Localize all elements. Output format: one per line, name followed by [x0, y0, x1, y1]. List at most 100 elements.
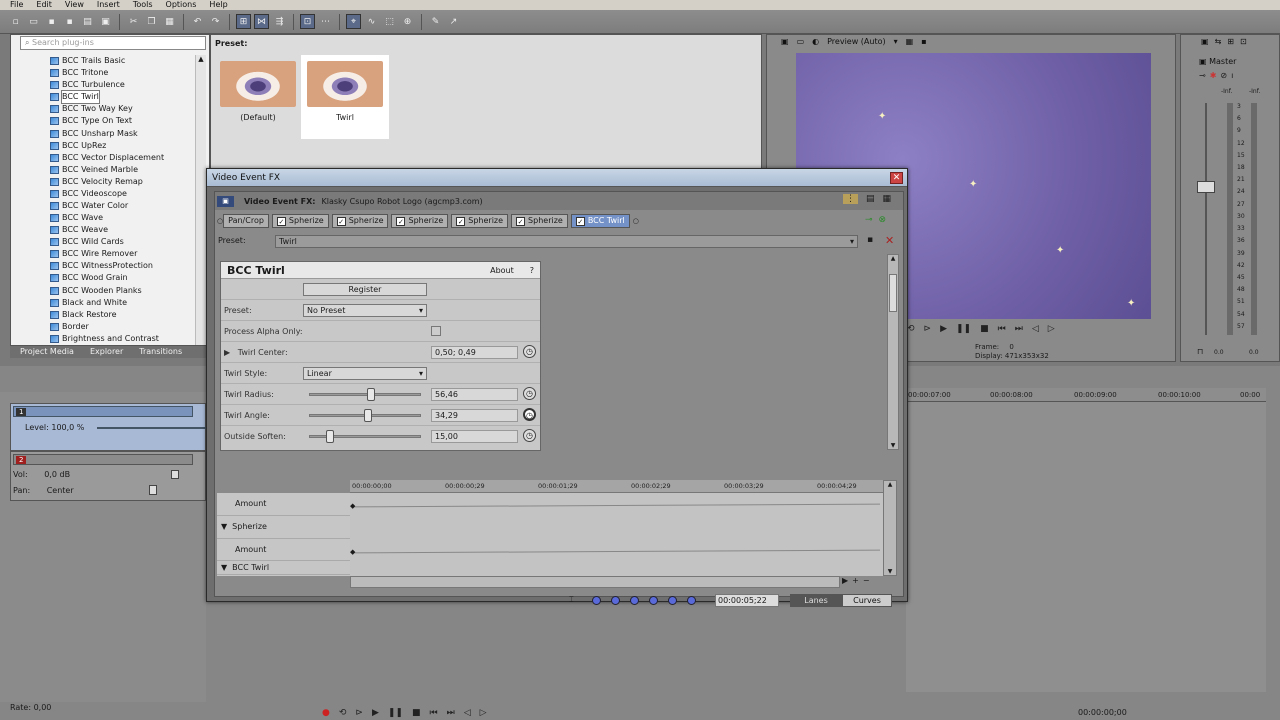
expand-icon[interactable]: ▶: [224, 348, 238, 357]
zoom-out-icon[interactable]: −: [863, 576, 870, 585]
plugin-item[interactable]: BCC Vector Displacement: [50, 152, 196, 164]
keyframe-clock-icon[interactable]: ◷: [523, 429, 536, 442]
plugin-item[interactable]: BCC Wood Grain: [50, 272, 196, 284]
play-from-start-icon[interactable]: ⊳: [355, 708, 363, 718]
twirl-style-dropdown[interactable]: Linear: [303, 366, 427, 380]
next-keyframe-icon[interactable]: [667, 595, 677, 605]
gear-icon[interactable]: ✱: [1210, 71, 1217, 80]
play-icon[interactable]: ▶: [372, 708, 379, 718]
selection-tool-icon[interactable]: ⬚: [382, 14, 397, 29]
kf-group-row[interactable]: ▼ Spherize: [217, 516, 350, 539]
preset-thumb-default[interactable]: (Default): [214, 55, 302, 139]
plugin-search-input[interactable]: ⌕ Search plug-ins: [20, 36, 206, 50]
plugin-item[interactable]: BCC Water Color: [50, 200, 196, 212]
menu-edit[interactable]: Edit: [36, 0, 52, 10]
solo-icon[interactable]: ı: [1231, 71, 1233, 80]
plugin-item[interactable]: BCC Trails Basic: [50, 55, 196, 67]
slider-knob[interactable]: [364, 409, 373, 422]
snapping-icon[interactable]: ⊞: [236, 14, 251, 29]
slider-knob[interactable]: [367, 388, 376, 401]
last-keyframe-icon[interactable]: [686, 595, 696, 605]
add-keyframe-icon[interactable]: [629, 595, 639, 605]
keyframe-scrollbar[interactable]: ▲ ▼: [883, 480, 897, 576]
list-view-icon[interactable]: ▤: [866, 194, 875, 204]
plugin-item[interactable]: Black and White: [50, 297, 196, 309]
twirl-radius-slider[interactable]: [309, 388, 421, 401]
envelope-tool-icon[interactable]: ∿: [364, 14, 379, 29]
outside-soften-slider[interactable]: [309, 430, 421, 443]
plugin-item[interactable]: BCC Tritone: [50, 67, 196, 79]
mixer-fx-icon[interactable]: ⊡: [1240, 37, 1247, 46]
split-view-icon[interactable]: ⋮: [843, 194, 858, 204]
register-button[interactable]: Register: [303, 283, 427, 296]
audio-track-header[interactable]: 2 Vol: 0,0 dB Pan: Center: [10, 451, 206, 501]
preview-quality-dropdown[interactable]: Preview (Auto): [827, 37, 886, 46]
fx-chain-icon[interactable]: ⊸: [1199, 71, 1206, 80]
auto-crossfade-icon[interactable]: ⋈: [254, 14, 269, 29]
play-from-start-icon[interactable]: ⊳: [924, 324, 932, 334]
checkbox-icon[interactable]: ✓: [336, 216, 346, 226]
keyframe-marker[interactable]: ◆: [350, 548, 355, 556]
checkbox-icon[interactable]: ✓: [276, 216, 286, 226]
scroll-up-icon[interactable]: ▲: [888, 255, 898, 262]
dialog-title-bar[interactable]: Video Event FX: [207, 169, 907, 187]
twirl-radius-field[interactable]: 56,46: [431, 388, 518, 401]
plugin-item[interactable]: BCC UpRez: [50, 140, 196, 152]
plugin-item[interactable]: BCC WitnessProtection: [50, 260, 196, 272]
outside-soften-field[interactable]: 15,00: [431, 430, 518, 443]
keyframe-clock-icon[interactable]: ◷: [523, 387, 536, 400]
keyframe-lanes[interactable]: ◆ ◆: [350, 493, 883, 576]
checkbox-icon[interactable]: ✓: [456, 216, 466, 226]
lanes-button[interactable]: Lanes: [790, 594, 842, 607]
menu-tools[interactable]: Tools: [133, 0, 153, 10]
bcc-preset-dropdown[interactable]: No Preset: [303, 303, 427, 317]
keyframe-clock-icon[interactable]: ◷: [523, 345, 536, 358]
sync-cursor-icon[interactable]: ⌶: [569, 595, 574, 605]
checkbox-icon[interactable]: ✓: [575, 216, 585, 226]
collapse-icon[interactable]: ▼: [221, 522, 227, 531]
keyframe-time-field[interactable]: 00:00:05;22: [715, 594, 779, 607]
pause-icon[interactable]: ❚❚: [956, 324, 971, 334]
twirl-center-field[interactable]: 0,50; 0,49: [431, 346, 518, 359]
online-help-icon[interactable]: ✎: [428, 14, 443, 29]
slider-knob[interactable]: [325, 430, 334, 443]
delete-preset-icon[interactable]: ✕: [885, 234, 894, 247]
save-as-icon[interactable]: ▪: [62, 14, 77, 29]
overlays-icon[interactable]: ▦: [906, 37, 914, 46]
mixer-props-icon[interactable]: ▣: [1201, 37, 1209, 46]
plugin-item[interactable]: BCC Unsharp Mask: [50, 127, 196, 139]
plugin-item[interactable]: Brightness and Contrast: [50, 333, 196, 345]
chain-item-spherize[interactable]: ✓ Spherize: [271, 214, 329, 228]
menu-help[interactable]: Help: [209, 0, 227, 10]
split-screen-icon[interactable]: ◐: [812, 37, 819, 46]
copy-icon[interactable]: ❐: [144, 14, 159, 29]
grid-view-icon[interactable]: ▦: [883, 194, 892, 204]
go-to-start-icon[interactable]: ⏮: [429, 708, 437, 718]
chain-item-pan-crop[interactable]: Pan/Crop: [223, 214, 269, 228]
plugin-item[interactable]: BCC Turbulence: [50, 79, 196, 91]
kf-horizontal-scrollbar[interactable]: [350, 576, 840, 588]
mixer-insert-icon[interactable]: ⇆: [1215, 37, 1222, 46]
video-track-header[interactable]: 1 Level: 100,0 %: [10, 403, 207, 451]
next-frame-icon[interactable]: ▷: [480, 708, 487, 718]
chain-item-spherize[interactable]: ✓ Spherize: [331, 214, 389, 228]
render-icon[interactable]: ▣: [98, 14, 113, 29]
kf-group-row[interactable]: ▼ BCC Twirl: [217, 561, 350, 576]
preset-thumb-twirl[interactable]: Twirl: [301, 55, 389, 139]
plugin-item-selected[interactable]: BCC Twirl: [50, 90, 196, 105]
stop-icon[interactable]: ■: [412, 708, 421, 718]
ignore-grouping-icon[interactable]: ⋯: [318, 14, 333, 29]
plugin-list-scrollbar[interactable]: ▲: [195, 55, 206, 345]
scroll-up-icon[interactable]: ▲: [884, 481, 896, 488]
level-slider[interactable]: [97, 427, 207, 429]
first-keyframe-icon[interactable]: [591, 595, 601, 605]
paste-icon[interactable]: ▦: [162, 14, 177, 29]
redo-icon[interactable]: ↷: [208, 14, 223, 29]
zoom-tool-icon[interactable]: ⊕: [400, 14, 415, 29]
lock-icon[interactable]: ⊓: [1197, 347, 1203, 356]
scroll-thumb[interactable]: [889, 274, 897, 312]
ripple-icon[interactable]: ⇶: [272, 14, 287, 29]
next-frame-icon[interactable]: ▷: [1048, 324, 1055, 334]
scroll-down-icon[interactable]: ▼: [888, 442, 898, 449]
normal-edit-tool-icon[interactable]: ⌖: [346, 14, 361, 29]
